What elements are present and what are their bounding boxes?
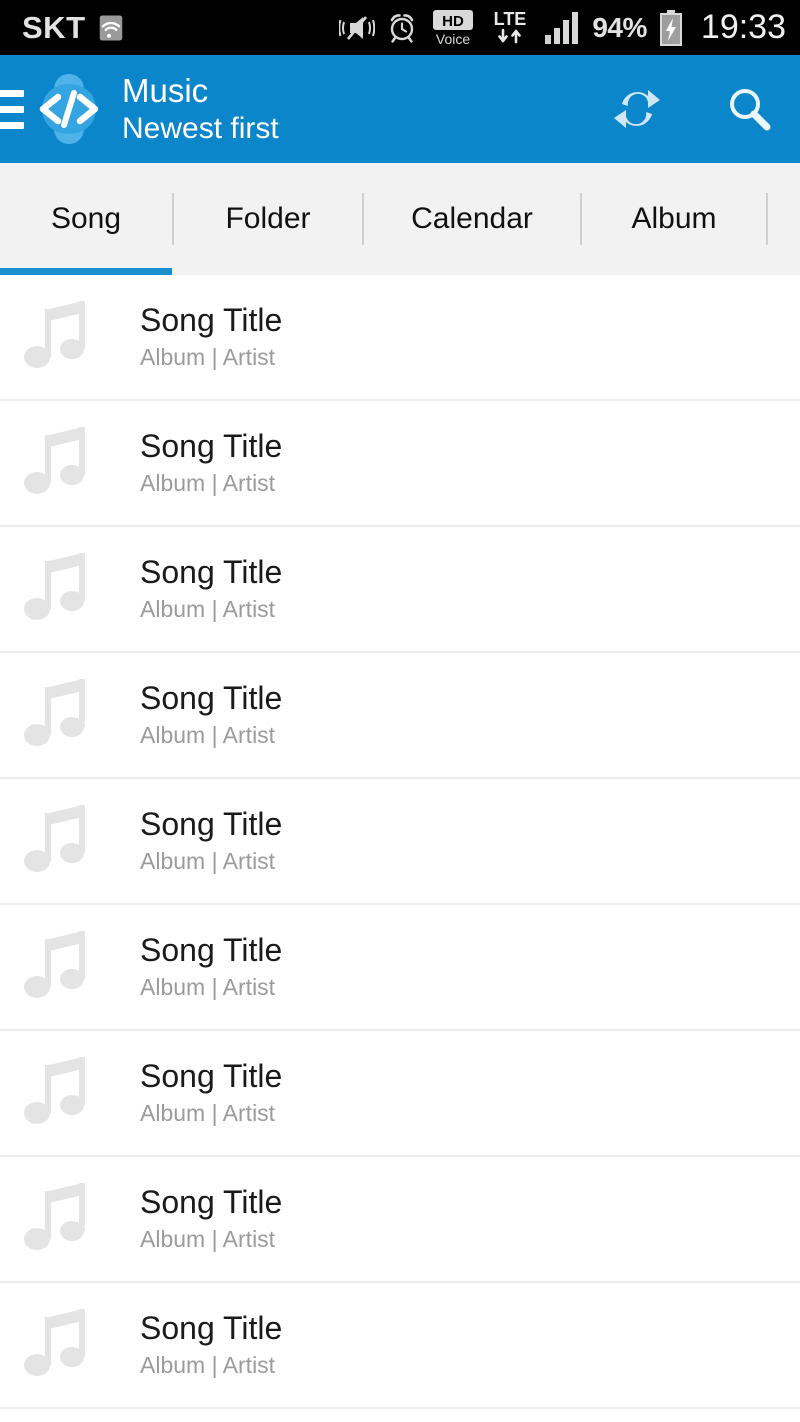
search-icon (730, 89, 771, 131)
song-subtitle: Album | Artist (140, 470, 276, 497)
table-row[interactable]: Song Title Album | Artist (0, 1157, 800, 1283)
tab-divider (766, 193, 768, 245)
table-row[interactable]: Song Title Album | Artist (0, 401, 800, 527)
carrier-label: SKT (22, 9, 86, 45)
status-bar-left: SKT (22, 10, 126, 46)
table-row[interactable]: Song Title Album | Artist (0, 779, 800, 905)
music-note-icon (22, 675, 94, 755)
song-subtitle: Album | Artist (140, 1226, 276, 1253)
music-note-icon (22, 1053, 94, 1133)
song-list: Song Title Album | Artist Song Title Alb… (0, 275, 800, 1409)
row-text: Song Title Album | Artist (140, 1183, 282, 1255)
hamburger-menu-icon[interactable] (0, 85, 24, 133)
tab-folder[interactable]: Folder (174, 163, 362, 275)
code-brackets-logo (32, 72, 106, 146)
song-title: Song Title (140, 554, 283, 591)
vibrate-mute-icon (339, 12, 376, 44)
wifi-icon (96, 13, 126, 43)
hamburger-bar (0, 89, 24, 97)
song-title: Song Title (140, 1058, 283, 1095)
signal-bars-icon (543, 11, 581, 45)
app-bar-titles: Music Newest first (122, 72, 279, 146)
active-tab-indicator (0, 268, 172, 275)
refresh-icon (614, 90, 660, 128)
tab-song[interactable]: Song (0, 163, 172, 275)
song-title: Song Title (140, 806, 283, 843)
song-title: Song Title (140, 428, 283, 465)
table-row[interactable]: Song Title Album | Artist (0, 905, 800, 1031)
tab-label: Song (50, 202, 122, 235)
song-subtitle: Album | Artist (140, 1100, 276, 1127)
music-note-icon (22, 927, 94, 1007)
row-text: Song Title Album | Artist (140, 301, 282, 373)
song-subtitle: Album | Artist (140, 974, 276, 1001)
row-text: Song Title Album | Artist (140, 679, 282, 751)
hamburger-bar (0, 121, 24, 129)
search-button[interactable] (720, 80, 778, 138)
svg-text:LTE: LTE (494, 9, 527, 29)
row-text: Song Title Album | Artist (140, 427, 282, 499)
music-note-icon (22, 423, 94, 503)
song-title: Song Title (140, 1310, 283, 1347)
song-subtitle: Album | Artist (140, 848, 276, 875)
music-note-icon (22, 1305, 94, 1385)
music-note-icon (22, 297, 94, 377)
music-note-icon (22, 1179, 94, 1259)
table-row[interactable]: Song Title Album | Artist (0, 275, 800, 401)
row-text: Song Title Album | Artist (140, 931, 282, 1003)
song-subtitle: Album | Artist (140, 344, 276, 371)
app-bar: Music Newest first (0, 55, 800, 201)
tab-album[interactable]: Album (582, 163, 766, 275)
refresh-button[interactable] (608, 80, 666, 138)
tab-calendar[interactable]: Calendar (364, 163, 580, 275)
hamburger-bar (0, 105, 24, 113)
svg-text:HD: HD (443, 13, 465, 30)
status-bar-right: HD Voice LTE 94% 19:33 (339, 8, 786, 48)
tab-label: Folder (225, 202, 311, 235)
music-note-icon (22, 549, 94, 629)
alarm-clock-icon (386, 12, 418, 44)
battery-charging-icon (658, 9, 684, 46)
song-title: Song Title (140, 302, 283, 339)
row-text: Song Title Album | Artist (140, 1309, 282, 1381)
row-text: Song Title Album | Artist (140, 553, 282, 625)
song-subtitle: Album | Artist (140, 1352, 276, 1379)
hd-voice-icon: HD Voice (429, 8, 477, 48)
table-row[interactable]: Song Title Album | Artist (0, 1031, 800, 1157)
table-row[interactable]: Song Title Album | Artist (0, 653, 800, 779)
table-row[interactable]: Song Title Album | Artist (0, 1283, 800, 1409)
song-title: Song Title (140, 932, 283, 969)
song-title: Song Title (140, 680, 283, 717)
tab-bar: Song Folder Calendar Album (0, 163, 800, 275)
lte-data-icon: LTE (488, 8, 532, 48)
sort-order-label[interactable]: Newest first (122, 112, 279, 147)
clock-label: 19:33 (700, 8, 786, 46)
battery-percent-label: 94% (592, 11, 647, 43)
app-bar-actions (608, 80, 778, 138)
song-title: Song Title (140, 1184, 283, 1221)
status-bar: SKT HD Voice LTE 94% 19:33 (0, 0, 800, 55)
tab-label: Album (631, 202, 717, 235)
music-note-icon (22, 801, 94, 881)
tab-label: Calendar (411, 202, 533, 235)
row-text: Song Title Album | Artist (140, 1057, 282, 1129)
row-text: Song Title Album | Artist (140, 805, 282, 877)
table-row[interactable]: Song Title Album | Artist (0, 527, 800, 653)
song-subtitle: Album | Artist (140, 596, 276, 623)
page-title: Music (122, 71, 209, 109)
song-subtitle: Album | Artist (140, 722, 276, 749)
svg-text:Voice: Voice (436, 31, 470, 47)
